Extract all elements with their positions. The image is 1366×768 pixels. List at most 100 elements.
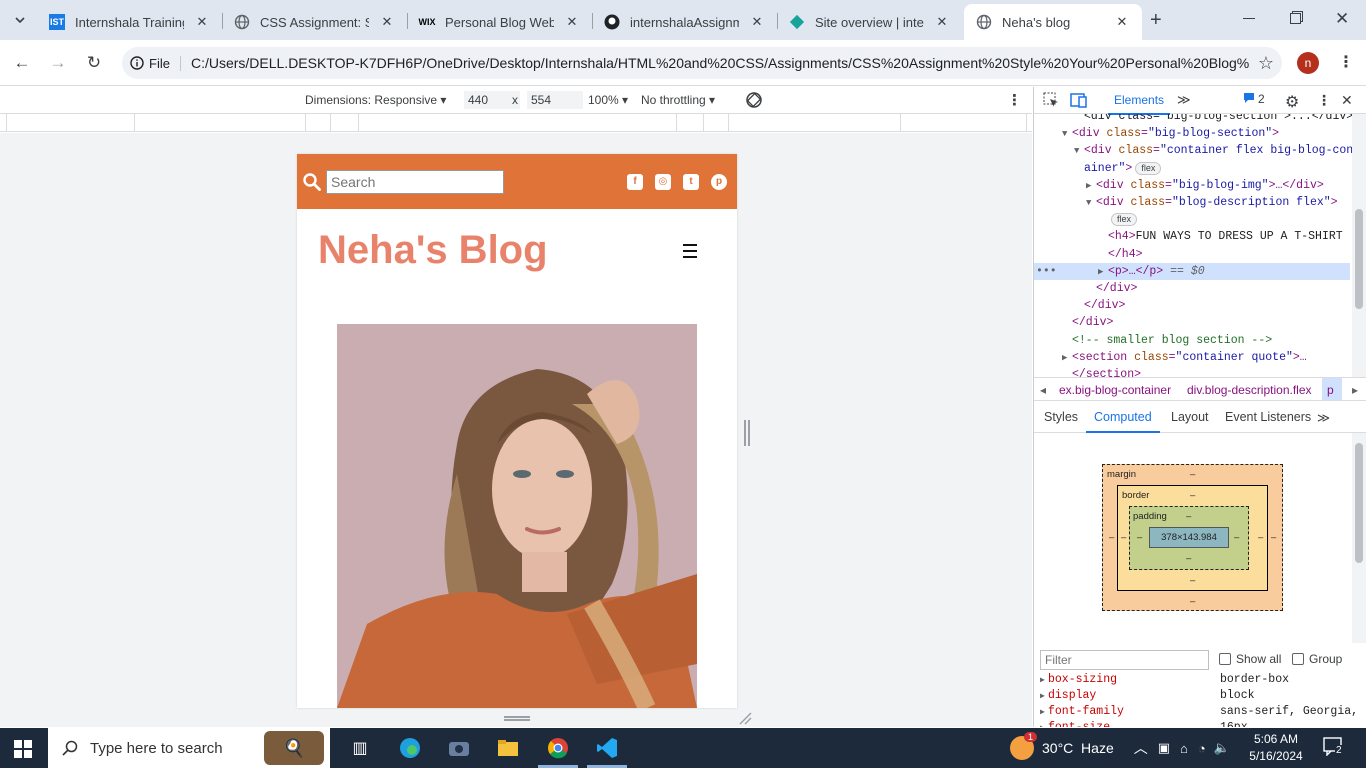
site-search-input[interactable] — [326, 169, 504, 194]
computed-property-row[interactable]: ▶ box-sizing border-box — [1034, 673, 1366, 689]
browser-tab[interactable]: Site overview | intern ✕ — [777, 4, 962, 40]
devtools-close-icon[interactable]: ✕ — [1341, 92, 1353, 109]
settings-gear-icon[interactable]: ⚙ — [1285, 92, 1299, 112]
breadcrumb-item[interactable]: div.blog-description.flex — [1187, 383, 1312, 397]
tab-close-icon[interactable]: ✕ — [1114, 14, 1130, 30]
profile-avatar[interactable]: n — [1297, 52, 1319, 74]
browser-tab[interactable]: WIX Personal Blog Website ✕ — [407, 4, 592, 40]
issues-badge[interactable]: 2 — [1243, 92, 1265, 106]
meet-now-icon[interactable]: ▣ — [1158, 740, 1170, 756]
viewport-height-resize-handle[interactable] — [504, 716, 530, 721]
taskbar-search[interactable]: Type here to search 🍳 — [48, 728, 330, 768]
tab-event-listeners[interactable]: Event Listeners — [1225, 410, 1311, 424]
instagram-icon[interactable]: ◎ — [655, 173, 671, 190]
network-icon[interactable]: ⌂ — [1180, 741, 1188, 756]
dom-node[interactable]: ▼ <div class="container flex big-blog-con… — [1034, 142, 1352, 159]
breadcrumb-item-selected[interactable]: p — [1322, 378, 1342, 400]
volume-icon[interactable]: 🔈 — [1214, 740, 1230, 756]
device-toggle-icon[interactable] — [1070, 92, 1088, 108]
pinterest-icon[interactable]: p — [711, 173, 727, 190]
height-input[interactable] — [527, 91, 583, 109]
back-button[interactable]: ← — [10, 51, 34, 75]
dom-scrollbar[interactable] — [1352, 114, 1366, 377]
dom-node[interactable]: ▶ <div class="big-blog-img">…</div> — [1034, 177, 1324, 194]
dom-node[interactable]: ainer"> flex — [1034, 160, 1162, 177]
weather-text[interactable]: 30°C Haze — [1042, 740, 1114, 756]
chrome-icon[interactable] — [546, 736, 570, 760]
site-info-chip[interactable]: File — [130, 55, 181, 71]
clock[interactable]: 5:06 AM 5/16/2024 — [1248, 731, 1304, 765]
tab-close-icon[interactable]: ✕ — [379, 14, 395, 30]
tab-layout[interactable]: Layout — [1171, 410, 1209, 424]
more-tabs-icon[interactable]: ≫ — [1177, 92, 1191, 108]
breadcrumb-left-icon[interactable]: ◂ — [1040, 383, 1046, 397]
tab-close-icon[interactable]: ✕ — [564, 14, 580, 30]
browser-tab[interactable]: internshalaAssignme ✕ — [592, 4, 777, 40]
notification-center[interactable]: 2 — [1323, 736, 1347, 760]
browser-tab[interactable]: IST Internshala Trainings ✕ — [37, 4, 222, 40]
device-more-icon[interactable]: ⋮ — [1007, 91, 1022, 109]
rotate-icon[interactable] — [745, 91, 763, 109]
dom-node[interactable]: flex — [1034, 211, 1138, 228]
browser-tab[interactable]: CSS Assignment: Style ✕ — [222, 4, 407, 40]
close-window-button[interactable]: ✕ — [1335, 9, 1349, 29]
expand-triangle-icon[interactable]: ▶ — [1040, 691, 1045, 701]
styles-scrollbar[interactable] — [1352, 433, 1366, 643]
search-icon[interactable] — [303, 172, 321, 191]
dom-node[interactable]: </h4> — [1034, 246, 1143, 263]
tab-computed[interactable]: Computed — [1086, 410, 1160, 433]
camera-app-icon[interactable] — [447, 736, 471, 760]
breadcrumb-item[interactable]: ex.big-blog-container — [1059, 383, 1171, 397]
tab-close-icon[interactable]: ✕ — [194, 14, 210, 30]
dom-node[interactable]: <!-- smaller blog section --> — [1034, 332, 1272, 349]
minimize-button[interactable] — [1243, 18, 1255, 19]
expand-triangle-icon[interactable]: ▶ — [1040, 707, 1045, 717]
bookmark-star-icon[interactable]: ☆ — [1258, 53, 1274, 74]
dimensions-dropdown[interactable]: Dimensions: Responsive ▾ — [305, 93, 446, 107]
computed-filter-input[interactable] — [1040, 650, 1209, 670]
viewport-corner-resize-handle[interactable] — [738, 711, 752, 725]
dom-node[interactable]: <h4>FUN WAYS TO DRESS UP A T-SHIRT — [1034, 228, 1343, 245]
edge-icon[interactable] — [398, 736, 422, 760]
wifi-icon[interactable]: ◔ — [1198, 741, 1206, 756]
dom-node[interactable]: </div> — [1034, 280, 1137, 297]
tab-search-button[interactable] — [10, 10, 30, 30]
facebook-icon[interactable]: f — [627, 173, 643, 190]
breadcrumb-right-icon[interactable]: ▸ — [1352, 383, 1358, 397]
dom-node[interactable]: ▼ <div class="blog-description flex"> — [1034, 194, 1338, 211]
computed-property-row[interactable]: ▶font-size 16px — [1034, 721, 1366, 727]
expand-triangle-icon[interactable]: ▶ — [1040, 723, 1045, 727]
more-subtabs-icon[interactable]: ≫ — [1317, 410, 1330, 425]
tab-styles[interactable]: Styles — [1044, 410, 1078, 424]
hamburger-menu-icon[interactable] — [683, 244, 697, 258]
new-tab-button[interactable]: + — [1150, 9, 1162, 32]
show-hidden-icons[interactable]: ︿ — [1134, 738, 1148, 758]
inspect-element-icon[interactable] — [1043, 92, 1059, 108]
blog-brand-title[interactable]: Neha's Blog — [318, 228, 548, 273]
group-checkbox[interactable]: Group — [1292, 652, 1342, 666]
tab-close-icon[interactable]: ✕ — [749, 14, 765, 30]
dom-node-selected[interactable]: ••• ▶ <p>…</p> == $0 — [1034, 262, 1350, 280]
dom-node[interactable]: <div class="big-blog-section">...</div> — [1034, 114, 1352, 125]
devtools-more-icon[interactable]: ⋮ — [1317, 92, 1331, 109]
task-view-icon[interactable]: ▥ — [348, 736, 372, 760]
windows-start-icon[interactable] — [14, 740, 32, 758]
reload-button[interactable]: ↻ — [82, 51, 106, 75]
dom-node[interactable]: ▶ <section class="container quote">… — [1034, 349, 1307, 366]
vscode-icon[interactable] — [595, 736, 619, 760]
browser-tab[interactable]: Neha's blog ✕ — [964, 4, 1142, 40]
address-bar[interactable]: File C:/Users/DELL.DESKTOP-K7DFH6P/OneDr… — [122, 47, 1282, 79]
viewport-width-resize-handle[interactable] — [744, 420, 750, 446]
url-text[interactable]: C:/Users/DELL.DESKTOP-K7DFH6P/OneDrive/D… — [181, 55, 1250, 71]
dom-node[interactable]: </section> — [1034, 366, 1141, 377]
restore-button[interactable] — [1290, 13, 1301, 24]
computed-property-row[interactable]: ▶ display block — [1034, 689, 1366, 705]
dom-node[interactable]: </div> — [1034, 297, 1125, 314]
chrome-menu-button[interactable]: ⋮ — [1338, 52, 1354, 72]
dom-node[interactable]: </div> — [1034, 314, 1113, 331]
computed-property-row[interactable]: ▶ font-family sans-serif, Georgia, — [1034, 705, 1366, 721]
weather-icon[interactable]: 1 — [1010, 732, 1037, 760]
expand-triangle-icon[interactable]: ▶ — [1040, 675, 1045, 685]
tab-elements[interactable]: Elements — [1107, 93, 1171, 115]
zoom-dropdown[interactable]: 100% ▾ — [588, 93, 628, 107]
